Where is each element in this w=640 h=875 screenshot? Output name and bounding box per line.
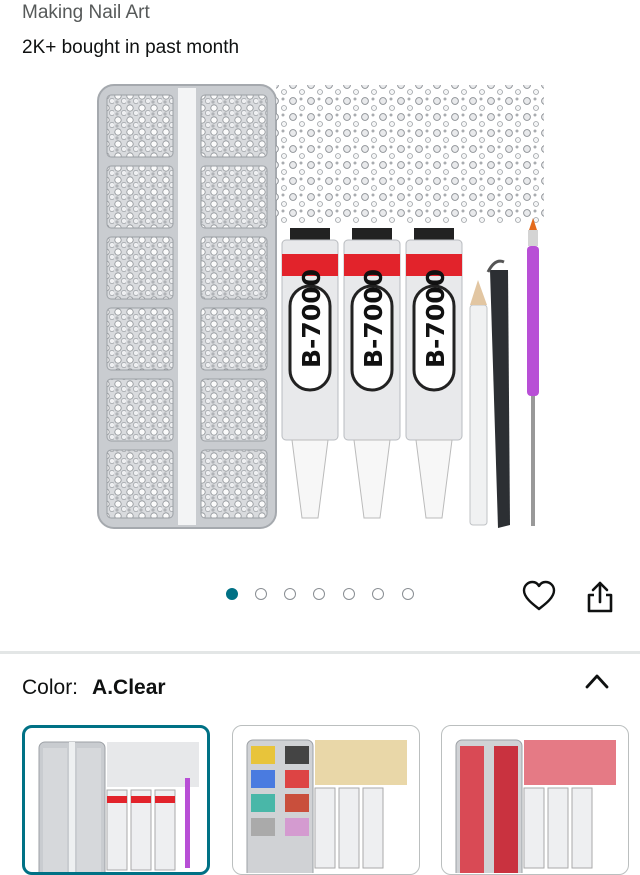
carousel-dot-4[interactable] bbox=[313, 588, 325, 600]
swatch-red-thumbnail bbox=[455, 739, 616, 874]
carousel-dot-7[interactable] bbox=[402, 588, 414, 600]
glue-label-1: B-7000 bbox=[297, 269, 326, 368]
carousel-dot-5[interactable] bbox=[343, 588, 355, 600]
carousel-dot-3[interactable] bbox=[284, 588, 296, 600]
color-selector-header: Color: A.Clear bbox=[22, 676, 166, 700]
swatch-multicolor[interactable] bbox=[232, 725, 420, 875]
heart-icon[interactable] bbox=[522, 580, 556, 612]
swatch-clear[interactable] bbox=[22, 725, 210, 875]
glue-label-2: B-7000 bbox=[359, 269, 388, 368]
product-image[interactable]: B-7000 B-7000 B-7000 bbox=[90, 80, 550, 540]
swatch-clear-thumbnail bbox=[38, 741, 199, 872]
swatch-multicolor-thumbnail bbox=[246, 739, 407, 874]
share-icon[interactable] bbox=[584, 580, 616, 614]
color-label: Color: bbox=[22, 676, 79, 699]
carousel-dot-6[interactable] bbox=[372, 588, 384, 600]
glue-label-3: B-7000 bbox=[421, 269, 450, 368]
selected-color: A.Clear bbox=[92, 676, 166, 699]
carousel-dot-1[interactable] bbox=[226, 588, 238, 600]
section-divider bbox=[0, 651, 640, 654]
swatch-red[interactable] bbox=[441, 725, 629, 875]
purchase-count: 2K+ bought in past month bbox=[22, 37, 240, 58]
store-title: Making Nail Art bbox=[22, 2, 150, 23]
carousel-dot-2[interactable] bbox=[255, 588, 267, 600]
chevron-up-icon[interactable] bbox=[584, 671, 610, 691]
